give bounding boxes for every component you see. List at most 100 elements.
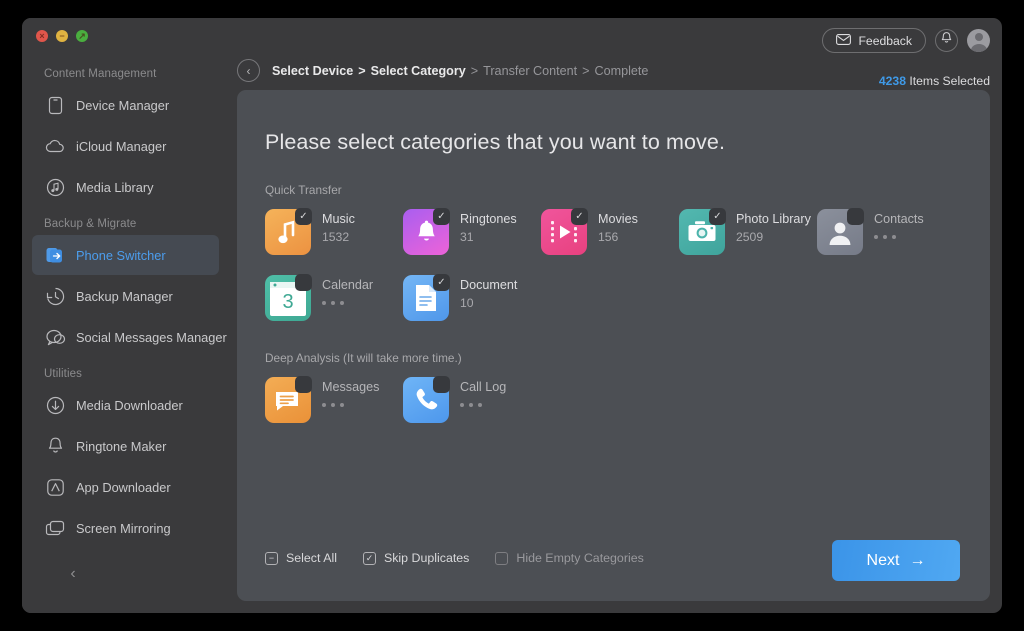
notifications-button[interactable] <box>935 29 958 52</box>
checkbox-unchecked-icon <box>495 551 509 565</box>
category-tile-call-log[interactable]: Call Log <box>403 376 541 423</box>
category-row: ✓ Music 1532 ✓ Ringtones 31 ✓ Movies 156… <box>265 208 960 275</box>
category-icon-wrap <box>265 376 312 423</box>
phone-icon <box>44 94 66 116</box>
checkbox-label: Skip Duplicates <box>383 551 470 565</box>
user-avatar[interactable] <box>967 29 990 52</box>
category-tile-ringtones[interactable]: ✓ Ringtones 31 <box>403 208 541 255</box>
items-selected-label: Items Selected <box>909 74 990 88</box>
sidebar-collapse-button[interactable]: ‹ <box>62 563 84 585</box>
category-meta: Call Log <box>460 377 506 407</box>
sidebar-item-device-manager[interactable]: Device Manager <box>32 85 219 125</box>
checkbox-label: Hide Empty Categories <box>516 551 644 565</box>
sidebar-item-media-library[interactable]: Media Library <box>32 167 219 207</box>
group-label-deep-analysis: Deep Analysis (It will take more time.) <box>265 351 462 365</box>
sidebar-item-label: App Downloader <box>76 479 171 495</box>
category-row: 3 Calendar ✓ Document 10 <box>265 274 960 341</box>
checkbox-badge-unchecked[interactable] <box>847 208 864 225</box>
category-tile-document[interactable]: ✓ Document 10 <box>403 274 541 321</box>
category-meta: Document 10 <box>460 275 517 310</box>
sidebar-item-social-messages-manager[interactable]: Social Messages Manager <box>32 317 227 357</box>
breadcrumb-separator: > <box>582 63 590 78</box>
category-tile-movies[interactable]: ✓ Movies 156 <box>541 208 679 255</box>
breadcrumb-item-select-category[interactable]: Select Category <box>371 64 466 78</box>
sidebar-item-label: Media Downloader <box>76 397 183 413</box>
category-tile-photo-library[interactable]: ✓ Photo Library 2509 <box>679 208 817 255</box>
sidebar-item-media-downloader[interactable]: Media Downloader <box>32 385 219 425</box>
window-traffic-lights: × − ↗ <box>22 18 229 54</box>
sidebar-item-label: Backup Manager <box>76 288 173 304</box>
maximize-icon: ↗ <box>78 31 86 41</box>
category-icon-wrap: ✓ <box>541 208 588 255</box>
breadcrumb: ‹ Select Device > Select Category > Tran… <box>237 59 648 82</box>
sidebar-item-backup-manager[interactable]: Backup Manager <box>32 276 219 316</box>
minimize-icon: − <box>59 31 65 41</box>
category-count: 31 <box>460 230 474 244</box>
back-button[interactable]: ‹ <box>237 59 260 82</box>
category-count: 156 <box>598 230 619 244</box>
checkbox-badge-unchecked[interactable] <box>295 376 312 393</box>
loading-dots <box>322 403 379 407</box>
checkbox-hide-empty-categories[interactable]: Hide Empty Categories <box>495 551 644 565</box>
sidebar-item-app-downloader[interactable]: App Downloader <box>32 467 219 507</box>
sidebar: × − ↗ Content Management Device Manager … <box>22 18 229 613</box>
group-label-quick-transfer: Quick Transfer <box>265 183 342 197</box>
close-button[interactable]: × <box>36 30 48 42</box>
checkbox-label: Select All <box>286 551 337 565</box>
category-name: Contacts <box>874 212 924 226</box>
checkbox-select-all[interactable]: − Select All <box>265 551 337 565</box>
checkbox-badge-unchecked[interactable] <box>295 274 312 291</box>
checkbox-badge-checked[interactable]: ✓ <box>571 208 588 225</box>
checkbox-badge-checked[interactable]: ✓ <box>433 274 450 291</box>
bell-icon <box>44 435 66 457</box>
top-bar-actions: Feedback <box>822 28 990 53</box>
checkbox-skip-duplicates[interactable]: ✓ Skip Duplicates <box>362 551 470 565</box>
footer-checkboxes: − Select All ✓ Skip Duplicates Hide Empt… <box>265 551 644 565</box>
category-count: 2509 <box>736 230 764 244</box>
sidebar-item-screen-mirroring[interactable]: Screen Mirroring <box>32 508 219 548</box>
close-icon: × <box>39 31 45 41</box>
category-name: Movies <box>598 212 638 226</box>
music-note-icon <box>44 176 66 198</box>
sidebar-item-label: Social Messages Manager <box>76 329 227 345</box>
category-tile-contacts[interactable]: Contacts <box>817 208 955 255</box>
checkbox-badge-unchecked[interactable] <box>433 376 450 393</box>
category-meta: Movies 156 <box>598 209 638 244</box>
category-meta: Messages <box>322 377 379 407</box>
phone-switch-icon <box>44 244 66 266</box>
page-title: Please select categories that you want t… <box>265 130 726 154</box>
category-tile-messages[interactable]: Messages <box>265 376 403 423</box>
loading-dots <box>460 403 506 407</box>
sidebar-item-icloud-manager[interactable]: iCloud Manager <box>32 126 219 166</box>
sidebar-item-label: Media Library <box>76 179 154 195</box>
appstore-icon <box>44 476 66 498</box>
category-meta: Music 1532 <box>322 209 355 244</box>
sidebar-item-label: Ringtone Maker <box>76 438 167 454</box>
arrow-right-icon: → <box>909 551 926 569</box>
maximize-button[interactable]: ↗ <box>76 30 88 42</box>
category-icon-wrap: ✓ <box>403 274 450 321</box>
feedback-label: Feedback <box>858 33 912 48</box>
category-name: Call Log <box>460 380 507 394</box>
next-button[interactable]: Next → <box>832 540 960 581</box>
checkbox-indeterminate-icon: − <box>265 551 278 565</box>
sidebar-item-phone-switcher[interactable]: Phone Switcher <box>32 235 219 275</box>
screen-mirror-icon <box>44 517 66 539</box>
category-tile-calendar[interactable]: 3 Calendar <box>265 274 403 321</box>
bell-icon <box>940 31 953 50</box>
minimize-button[interactable]: − <box>56 30 68 42</box>
breadcrumb-item-select-device[interactable]: Select Device <box>272 64 353 78</box>
sidebar-section-label-utilities: Utilities <box>44 368 82 380</box>
category-meta: Photo Library 2509 <box>736 209 811 244</box>
items-selected-status: 4238 Items Selected <box>879 74 990 88</box>
sidebar-section-label-backup-migrate: Backup & Migrate <box>44 218 137 230</box>
checkbox-badge-checked[interactable]: ✓ <box>709 208 726 225</box>
checkbox-badge-checked[interactable]: ✓ <box>433 208 450 225</box>
checkbox-badge-checked[interactable]: ✓ <box>295 208 312 225</box>
breadcrumb-item-complete: Complete <box>594 63 649 78</box>
loading-dots <box>874 235 924 239</box>
breadcrumb-separator: > <box>358 63 366 78</box>
category-tile-music[interactable]: ✓ Music 1532 <box>265 208 403 255</box>
feedback-button[interactable]: Feedback <box>822 28 926 53</box>
sidebar-item-ringtone-maker[interactable]: Ringtone Maker <box>32 426 219 466</box>
